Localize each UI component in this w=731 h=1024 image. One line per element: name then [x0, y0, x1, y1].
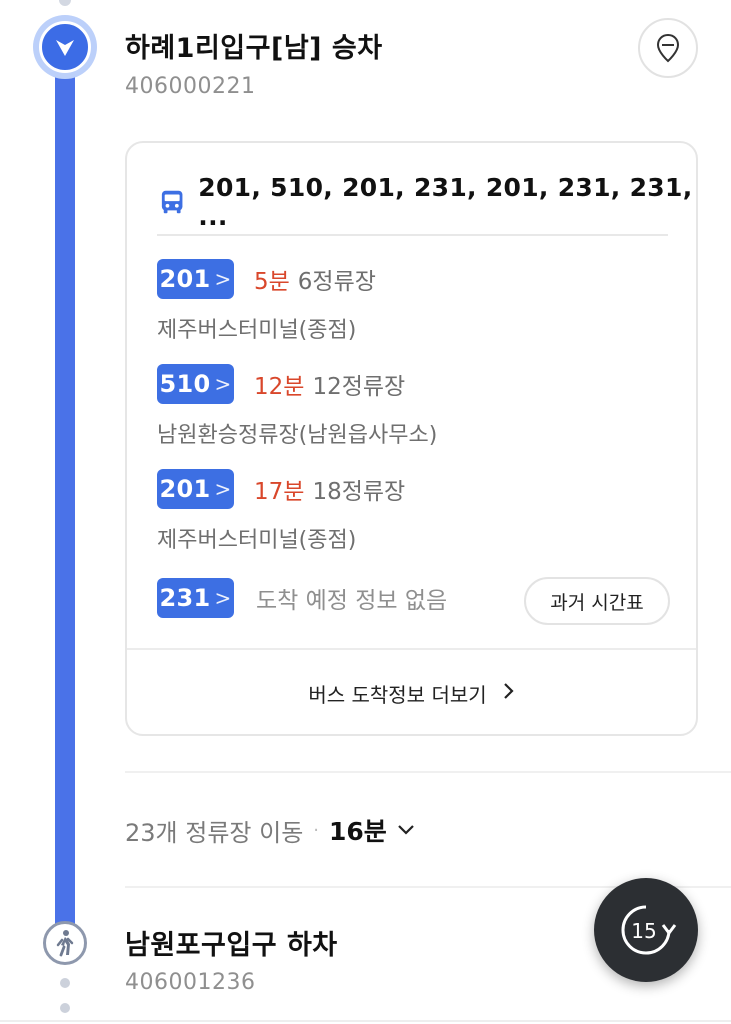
- segment-toggle[interactable]: 23개 정류장 이동 · 16분: [125, 812, 415, 848]
- route-line: [55, 58, 75, 928]
- route-direction: 제주버스터미널(종점): [157, 318, 357, 343]
- arrival-item: 201 > 17분 18정류장 제주버스터미널(종점): [157, 469, 677, 554]
- stops-away: 12정류장: [312, 374, 406, 400]
- replay-15-icon: 15: [621, 905, 677, 955]
- boarding-stop-title: 하례1리입구[남] 승차: [125, 33, 383, 64]
- chevron-down-icon: [56, 40, 74, 56]
- divider: [0, 1020, 731, 1022]
- route-badge[interactable]: 201 >: [157, 469, 234, 509]
- route-badge[interactable]: 201 >: [157, 259, 234, 299]
- alighting-stop-title: 남원포구입구 하차: [125, 930, 338, 961]
- chevron-right-icon: [503, 681, 515, 706]
- arrival-eta: 5분: [254, 269, 290, 295]
- segment-stop-count: 23개 정류장 이동: [125, 818, 304, 847]
- separator-dot: ·: [313, 819, 320, 841]
- more-arrival-label: 버스 도착정보 더보기: [308, 682, 487, 707]
- divider: [157, 234, 668, 236]
- arrival-eta: 17분: [254, 479, 305, 505]
- bus-arrival-card: 201, 510, 201, 231, 201, 231, 231, ... 2…: [125, 141, 698, 736]
- replay-15-button[interactable]: 15: [594, 878, 698, 982]
- divider: [125, 771, 731, 773]
- arrival-eta: 12분: [254, 374, 305, 400]
- walking-person-icon: [56, 930, 74, 957]
- segment-duration: 16분: [329, 817, 387, 846]
- fab-label: 15: [631, 919, 656, 943]
- more-arrival-info-link[interactable]: 버스 도착정보 더보기: [127, 650, 696, 736]
- route-badge[interactable]: 231 >: [157, 578, 234, 618]
- stops-away: 6정류장: [297, 269, 376, 295]
- timeline-dot: [60, 978, 70, 988]
- stops-away: 18정류장: [312, 479, 406, 505]
- route-direction: 제주버스터미널(종점): [157, 528, 357, 553]
- past-timetable-button[interactable]: 과거 시간표: [524, 577, 670, 625]
- route-badge[interactable]: 510 >: [157, 364, 234, 404]
- route-direction: 남원환승정류장(남원읍사무소): [157, 423, 438, 448]
- arrival-status: 도착 예정 정보 없음: [256, 588, 448, 614]
- map-pin-button[interactable]: [638, 18, 698, 78]
- timeline-dot: [60, 1003, 70, 1013]
- boarding-marker: [33, 15, 97, 79]
- arrival-item: 201 > 5분 6정류장 제주버스터미널(종점): [157, 259, 677, 344]
- alighting-stop-id: 406001236: [125, 970, 256, 995]
- route-detail-page: 하례1리입구[남] 승차 406000221 201, 510, 201, 23…: [0, 0, 731, 1024]
- boarding-stop-id: 406000221: [125, 74, 256, 99]
- chevron-down-icon: [397, 821, 415, 840]
- location-pin-icon: [656, 33, 680, 63]
- timeline-dot: [59, 0, 71, 6]
- bus-icon: [161, 190, 183, 214]
- arrival-item: 510 > 12분 12정류장 남원환승정류장(남원읍사무소): [157, 364, 677, 449]
- alighting-marker: [43, 921, 87, 965]
- card-header: 201, 510, 201, 231, 201, 231, 231, ...: [160, 173, 696, 231]
- routes-summary: 201, 510, 201, 231, 201, 231, 231, ...: [198, 173, 693, 231]
